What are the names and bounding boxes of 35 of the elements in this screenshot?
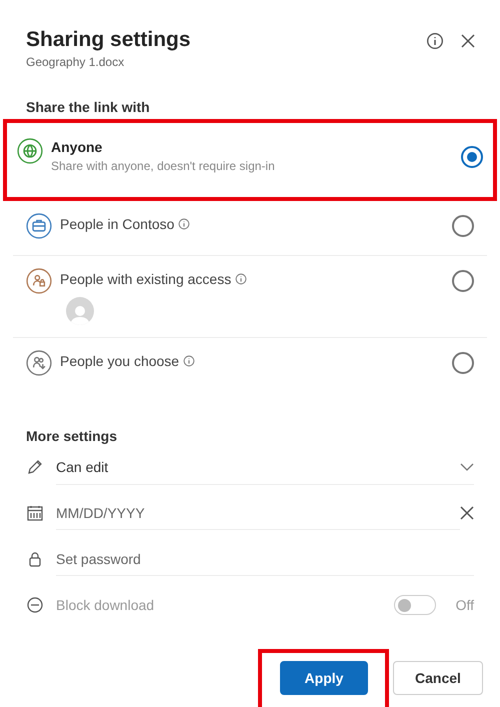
pencil-icon bbox=[26, 458, 44, 476]
chevron-down-icon bbox=[460, 462, 474, 470]
apply-button[interactable]: Apply bbox=[280, 661, 368, 695]
radio-button[interactable] bbox=[461, 146, 483, 168]
clear-icon[interactable] bbox=[460, 506, 474, 520]
radio-button[interactable] bbox=[452, 215, 474, 237]
cancel-button[interactable]: Cancel bbox=[393, 661, 483, 695]
password-field[interactable]: Set password bbox=[56, 542, 474, 576]
radio-button[interactable] bbox=[452, 270, 474, 292]
section-heading: Share the link with bbox=[25, 99, 151, 115]
info-icon[interactable] bbox=[426, 32, 444, 50]
info-icon[interactable] bbox=[183, 355, 196, 367]
option-label: People you choose bbox=[60, 353, 180, 369]
block-icon bbox=[26, 596, 44, 614]
close-icon[interactable] bbox=[460, 33, 476, 49]
dialog-title: Sharing settings bbox=[26, 28, 191, 52]
option-description: Share with anyone, doesn't require sign-in bbox=[51, 159, 276, 173]
share-option[interactable]: People in Contoso bbox=[13, 201, 487, 256]
toggle-state: Off bbox=[456, 597, 474, 613]
avatar bbox=[66, 297, 94, 325]
info-icon[interactable] bbox=[178, 218, 190, 230]
section-heading: More settings bbox=[25, 428, 118, 444]
option-label: People in Contoso bbox=[60, 216, 174, 232]
setting-label: Block download bbox=[56, 597, 156, 613]
permission-dropdown[interactable]: Can edit bbox=[56, 450, 474, 484]
file-name: Geography 1.docx bbox=[26, 55, 126, 69]
radio-button[interactable] bbox=[452, 352, 474, 374]
share-option[interactable]: People with existing access bbox=[13, 256, 487, 338]
option-label: People with existing access bbox=[60, 271, 232, 287]
share-option[interactable]: Anyone Share with anyone, doesn't require sign-in bbox=[3, 119, 497, 201]
calendar-icon bbox=[26, 504, 44, 522]
info-icon[interactable] bbox=[235, 273, 248, 285]
option-label: Anyone bbox=[51, 139, 102, 155]
share-option[interactable]: People you choose bbox=[13, 338, 487, 392]
date-field[interactable]: MM/DD/YYYY bbox=[56, 496, 460, 530]
